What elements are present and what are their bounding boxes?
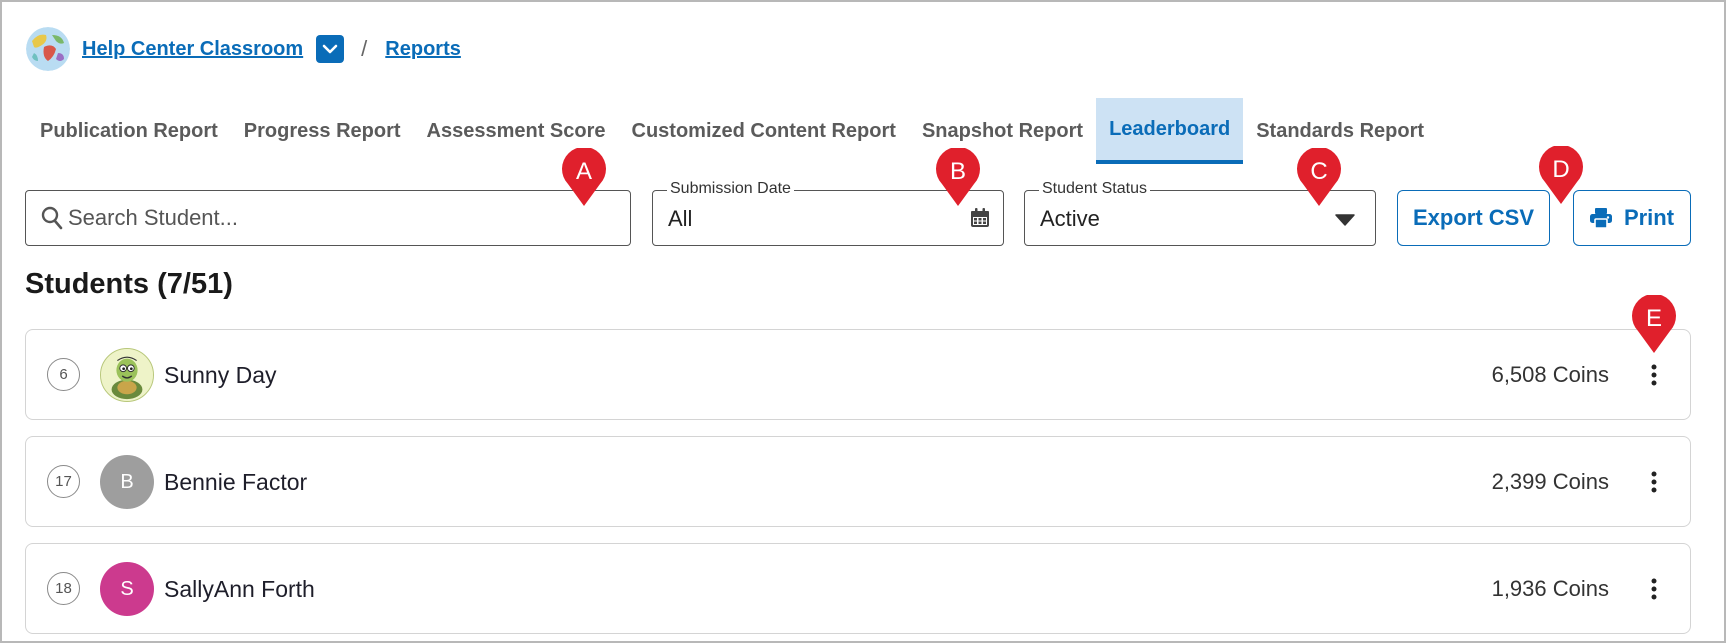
student-row[interactable]: 18 S SallyAnn Forth 1,936 Coins (25, 543, 1691, 634)
avatar-initial: S (120, 577, 134, 600)
student-name: SallyAnn Forth (164, 576, 315, 602)
breadcrumb: Help Center Classroom / Reports (26, 27, 461, 71)
chevron-down-icon (322, 44, 338, 54)
coin-count: 2,399 Coins (1491, 469, 1609, 494)
submission-date-label: Submission Date (667, 180, 794, 198)
student-name: Sunny Day (164, 362, 277, 388)
tab-progress-report[interactable]: Progress Report (231, 98, 414, 164)
callout-marker-b: B (934, 148, 982, 208)
callout-letter: D (1552, 156, 1570, 183)
rank-badge: 17 (47, 465, 80, 498)
callout-letter: C (1310, 158, 1328, 185)
callout-marker-d: D (1537, 146, 1585, 206)
student-row[interactable]: 6 Sunny Day 6,508 Coins (25, 329, 1691, 420)
callout-letter: A (575, 158, 592, 185)
callout-letter: E (1645, 305, 1662, 332)
turtle-avatar-icon (101, 349, 153, 401)
student-status-label: Student Status (1039, 180, 1150, 198)
export-csv-button[interactable]: Export CSV (1397, 190, 1550, 246)
caret-down-icon (1335, 214, 1355, 226)
more-options-icon[interactable] (1646, 361, 1662, 389)
tab-publication-report[interactable]: Publication Report (27, 98, 231, 164)
callout-marker-e: E (1630, 295, 1678, 355)
breadcrumb-classroom-link[interactable]: Help Center Classroom (82, 38, 303, 61)
calendar-icon[interactable] (970, 208, 990, 228)
tab-leaderboard[interactable]: Leaderboard (1096, 98, 1244, 164)
more-options-icon[interactable] (1646, 575, 1662, 603)
rank-badge: 18 (47, 572, 80, 605)
printer-icon (1589, 208, 1612, 228)
coin-count: 6,508 Coins (1491, 362, 1609, 387)
avatar (100, 348, 154, 402)
search-student-input[interactable] (68, 199, 608, 237)
breadcrumb-reports-link[interactable]: Reports (385, 38, 461, 61)
submission-date-value: All (668, 206, 693, 231)
callout-letter: B (949, 158, 966, 185)
coin-count: 1,936 Coins (1491, 576, 1609, 601)
tab-customized-content-report[interactable]: Customized Content Report (619, 98, 909, 164)
student-status-value: Active (1040, 206, 1100, 231)
avatar: B (100, 455, 154, 509)
student-row[interactable]: 17 B Bennie Factor 2,399 Coins (25, 436, 1691, 527)
avatar-initial: B (120, 470, 134, 493)
classroom-dropdown-button[interactable] (316, 35, 345, 63)
search-icon (41, 206, 63, 230)
print-button-label: Print (1623, 205, 1675, 230)
students-section-title: Students (7/51) (25, 268, 233, 300)
student-name: Bennie Factor (164, 469, 308, 495)
search-field (25, 190, 631, 246)
callout-marker-a: A (560, 148, 608, 208)
report-tabs: Publication Report Progress Report Asses… (27, 98, 1437, 164)
rank-badge: 6 (47, 358, 80, 391)
more-options-icon[interactable] (1646, 468, 1662, 496)
breadcrumb-separator: / (361, 36, 368, 61)
callout-marker-c: C (1295, 148, 1343, 208)
avatar: S (100, 562, 154, 616)
classroom-globe-icon (26, 27, 70, 71)
print-button[interactable]: Print (1573, 190, 1691, 246)
